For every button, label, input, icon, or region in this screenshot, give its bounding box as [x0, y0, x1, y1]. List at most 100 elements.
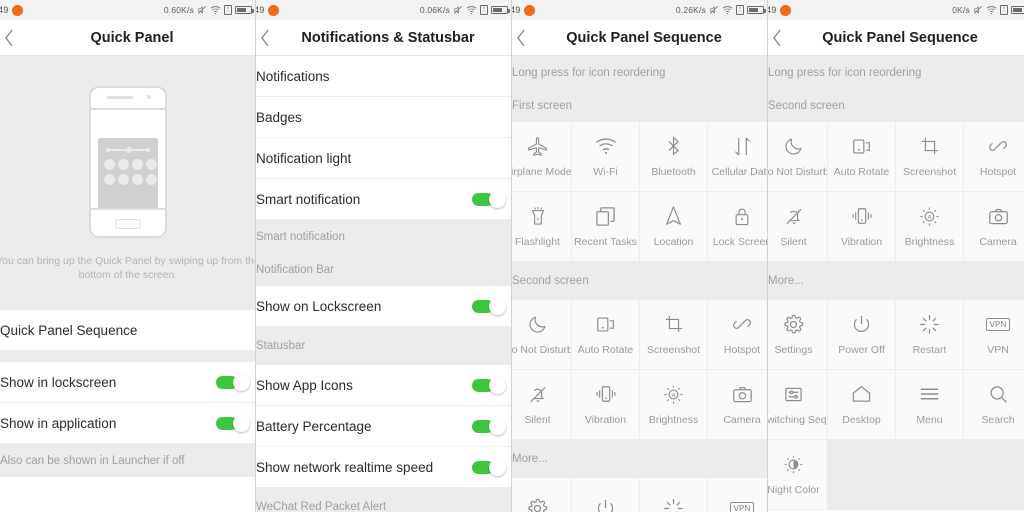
tile-airplane-mode[interactable]: Airplane Mode: [512, 122, 572, 192]
tile-power-off[interactable]: [572, 478, 640, 512]
panel-content[interactable]: Notifications Badges Notification light …: [256, 56, 511, 512]
brightness-icon: A: [663, 383, 684, 405]
tile-label: Hotspot: [979, 166, 1017, 178]
toggle-show-in-lockscreen[interactable]: [216, 373, 250, 391]
status-bar: 49 0.26K/s ! 3: [512, 0, 767, 20]
row-show-in-application[interactable]: Show in application: [0, 403, 255, 444]
phone-mockup-icon: [89, 86, 167, 238]
tile-restart[interactable]: Restart: [896, 300, 964, 370]
tile-menu[interactable]: Menu: [896, 370, 964, 440]
panel-content[interactable]: Long press for icon reordering Second sc…: [768, 56, 1024, 512]
toggle-smart-notification[interactable]: [472, 190, 506, 208]
status-clock: 49: [768, 5, 777, 15]
tile-label: Brightness: [648, 414, 699, 426]
tile-label: Location: [653, 236, 694, 248]
tile-screenshot[interactable]: Screenshot: [640, 300, 708, 370]
vibration-icon: [851, 205, 873, 227]
row-notifications[interactable]: Notifications: [256, 56, 511, 97]
tile-label: Menu: [916, 414, 943, 426]
tile-power-off[interactable]: Power Off: [828, 300, 896, 370]
tile-row: Airplane Mode Wi-Fi Bluetooth: [512, 122, 767, 192]
tile-brightness[interactable]: A Brightness: [896, 192, 964, 262]
toggle-show-app-icons[interactable]: [472, 376, 506, 394]
tile-vibration[interactable]: Vibration: [572, 370, 640, 440]
row-label: Show App Icons: [256, 377, 353, 393]
back-button[interactable]: [256, 20, 278, 56]
back-button[interactable]: [768, 20, 790, 56]
tile-desktop[interactable]: Desktop: [828, 370, 896, 440]
toggle-show-network-speed[interactable]: [472, 458, 506, 476]
title-bar: Quick Panel Sequence: [512, 20, 767, 56]
toggle-battery-percentage[interactable]: [472, 417, 506, 435]
tile-do-not-disturb[interactable]: Do Not Disturbing: [512, 300, 572, 370]
row-smart-notification[interactable]: Smart notification: [256, 179, 511, 220]
row-battery-percentage[interactable]: Battery Percentage: [256, 406, 511, 447]
tile-bluetooth[interactable]: Bluetooth: [640, 122, 708, 192]
tile-wifi[interactable]: Wi-Fi: [572, 122, 640, 192]
tile-vibration[interactable]: Vibration: [828, 192, 896, 262]
tile-lock-screen[interactable]: Lock Screen: [708, 192, 767, 262]
tile-vpn[interactable]: VPN VPN: [964, 300, 1024, 370]
section-label: More...: [768, 275, 804, 287]
home-icon: [851, 383, 872, 405]
tile-hotspot[interactable]: Hotspot: [708, 300, 767, 370]
row-show-on-lockscreen[interactable]: Show on Lockscreen: [256, 286, 511, 327]
power-off-icon: [595, 497, 616, 512]
tile-settings[interactable]: [512, 478, 572, 512]
toggle-show-on-lockscreen[interactable]: [472, 297, 506, 315]
restart-icon: [663, 497, 684, 512]
tile-row: Switching Seq... Desktop Menu: [768, 370, 1024, 440]
row-show-in-lockscreen[interactable]: Show in lockscreen: [0, 362, 255, 403]
row-show-network-speed[interactable]: Show network realtime speed: [256, 447, 511, 488]
tile-recent-tasks[interactable]: Recent Tasks: [572, 192, 640, 262]
panel-content[interactable]: You can bring up the Quick Panel by swip…: [0, 56, 255, 512]
note-label: Smart notification: [256, 230, 345, 243]
title-bar: Quick Panel: [0, 20, 255, 56]
panel-content[interactable]: Long press for icon reordering First scr…: [512, 56, 767, 512]
back-button[interactable]: [0, 20, 22, 56]
tile-vpn[interactable]: VPN: [708, 478, 767, 512]
status-bar: 49 0K/s !: [768, 0, 1024, 20]
row-label: Show in application: [0, 415, 117, 431]
tile-camera[interactable]: Camera: [708, 370, 767, 440]
tile-label: Brightness: [904, 236, 955, 248]
moon-icon: [784, 135, 804, 157]
screenshot-icon: [664, 313, 684, 335]
tile-auto-rotate[interactable]: Auto Rotate: [828, 122, 896, 192]
row-notification-light[interactable]: Notification light: [256, 138, 511, 179]
tile-auto-rotate[interactable]: Auto Rotate: [572, 300, 640, 370]
row-label: Show on Lockscreen: [256, 298, 382, 314]
silent-icon: [784, 205, 804, 227]
tile-label: Desktop: [842, 414, 881, 426]
row-quick-panel-sequence[interactable]: Quick Panel Sequence: [0, 310, 255, 351]
section-second-screen: Second screen: [768, 89, 1024, 122]
screenshot-icon: [920, 135, 940, 157]
tile-brightness[interactable]: A Brightness: [640, 370, 708, 440]
tile-silent[interactable]: Silent: [512, 370, 572, 440]
tile-flashlight[interactable]: Flashlight: [512, 192, 572, 262]
back-button[interactable]: [512, 20, 534, 56]
tile-restart[interactable]: [640, 478, 708, 512]
tile-empty: [828, 440, 896, 510]
toggle-show-in-application[interactable]: [216, 414, 250, 432]
tile-label: Screenshot: [646, 344, 701, 356]
tile-settings[interactable]: Settings: [768, 300, 828, 370]
tile-location[interactable]: Location: [640, 192, 708, 262]
tile-search[interactable]: Search: [964, 370, 1024, 440]
section-label: Statusbar: [256, 340, 306, 352]
tile-screenshot[interactable]: Screenshot: [896, 122, 964, 192]
row-show-app-icons[interactable]: Show App Icons: [256, 365, 511, 406]
tile-label: Switching Seq...: [768, 414, 827, 426]
row-badges[interactable]: Badges: [256, 97, 511, 138]
tile-do-not-disturb[interactable]: Do Not Disturbing: [768, 122, 828, 192]
tile-row: Silent Vibration A Brightness Camera: [512, 370, 767, 440]
row-label: Battery Percentage: [256, 418, 372, 434]
tile-night-color[interactable]: Night Color: [768, 440, 828, 510]
tile-silent[interactable]: Silent: [768, 192, 828, 262]
tile-hotspot[interactable]: Hotspot: [964, 122, 1024, 192]
tile-camera[interactable]: Camera: [964, 192, 1024, 262]
panel-notifications-statusbar: 49 0.06K/s ! 3: [256, 0, 512, 512]
section-more: More...: [512, 440, 767, 478]
tile-cellular-data[interactable]: Cellular Data: [708, 122, 767, 192]
tile-switching-sequence[interactable]: Switching Seq...: [768, 370, 828, 440]
